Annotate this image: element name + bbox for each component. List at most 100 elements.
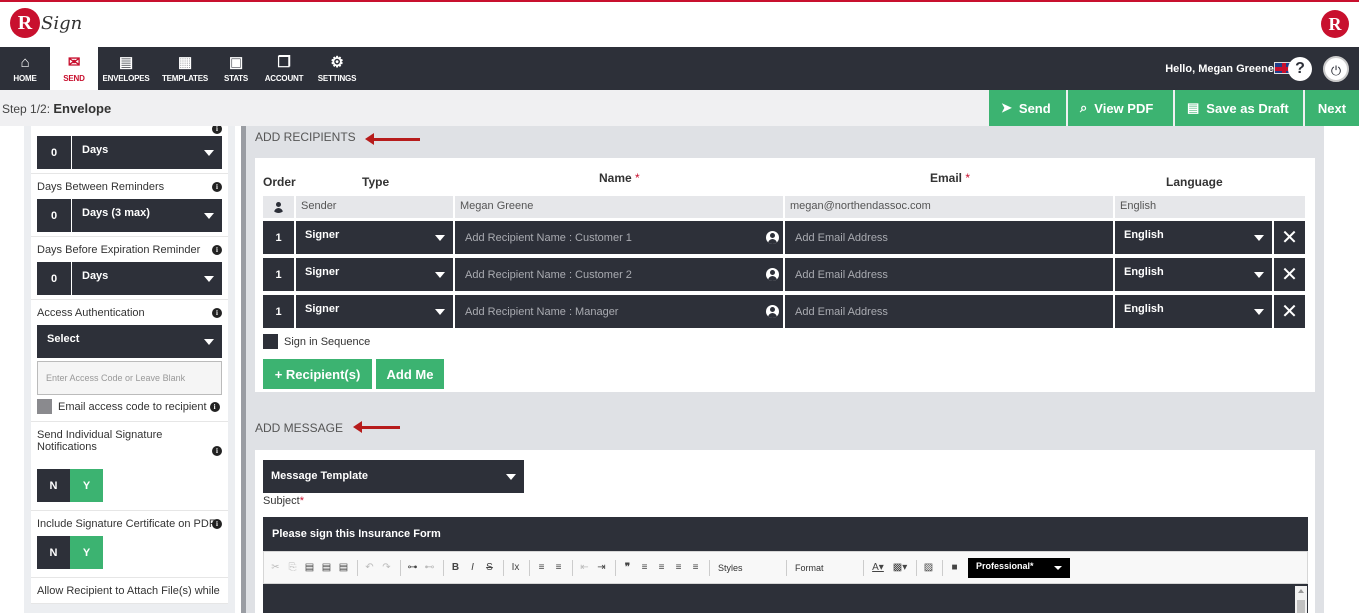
expiration-reminder-number[interactable]: 0	[37, 262, 71, 295]
recipient-type-select[interactable]: Signer	[296, 295, 453, 328]
recipient-order[interactable]: 1	[263, 258, 294, 291]
recipient-language-select[interactable]: English	[1115, 258, 1272, 291]
add-recipient-button[interactable]: + Recipient(s)	[263, 359, 372, 389]
nav-settings[interactable]: ⚙ SETTINGS	[312, 47, 362, 90]
nav-account[interactable]: ❐ ACCOUNT	[256, 47, 312, 90]
rsign-logo[interactable]: R Sign	[10, 8, 82, 38]
nav-templates[interactable]: ▦ TEMPLATES	[154, 47, 216, 90]
access-code-input[interactable]: Enter Access Code or Leave Blank	[37, 361, 222, 395]
message-editor[interactable]	[263, 584, 1308, 613]
bold-icon[interactable]: B	[448, 562, 463, 573]
reminders-number[interactable]: 0	[37, 199, 71, 232]
no-toggle[interactable]: N	[37, 536, 70, 569]
send-button[interactable]: ➤ Send	[989, 90, 1066, 126]
undo-icon[interactable]: ↶	[362, 562, 377, 573]
name-header: Name *	[599, 171, 640, 185]
align-left-icon[interactable]: ≡	[637, 562, 652, 573]
remove-recipient-button[interactable]: ✕	[1274, 295, 1305, 328]
subject-input[interactable]: Please sign this Insurance Form	[263, 517, 1308, 551]
recipient-order[interactable]: 1	[263, 221, 294, 254]
justify-icon[interactable]: ≡	[688, 562, 703, 573]
toolbar-separator	[400, 559, 401, 576]
recipient-order[interactable]: 1	[263, 295, 294, 328]
recipient-name-input[interactable]: Add Recipient Name : Manager	[455, 295, 783, 328]
save-draft-button[interactable]: ▤ Save as Draft	[1175, 90, 1303, 126]
paste-word-icon[interactable]: ▤	[336, 562, 351, 573]
envelope-settings-panel: i 0 Days Days Between Reminders i 0 Days…	[24, 126, 235, 613]
link-icon[interactable]: ⊶	[405, 562, 420, 573]
yes-toggle[interactable]: Y	[70, 536, 103, 569]
paste-text-icon[interactable]: ▤	[319, 562, 334, 573]
document-icon: ▦	[178, 53, 192, 71]
font-select[interactable]: Professional*	[968, 557, 1070, 578]
info-icon[interactable]: i	[212, 182, 222, 192]
recipient-language-select[interactable]: English	[1115, 221, 1272, 254]
align-right-icon[interactable]: ≡	[671, 562, 686, 573]
nav-envelopes[interactable]: ▤ ENVELOPES	[98, 47, 154, 90]
main-content: ADD RECIPIENTS Order Type Name * Email *…	[246, 126, 1324, 613]
nav-send-label: SEND	[63, 73, 85, 83]
recipient-email-input[interactable]: Add Email Address	[785, 295, 1113, 328]
message-template-select[interactable]: Message Template	[263, 460, 524, 493]
remove-recipient-button[interactable]: ✕	[1274, 258, 1305, 291]
recipient-language-select[interactable]: English	[1115, 295, 1272, 328]
align-center-icon[interactable]: ≡	[654, 562, 669, 573]
info-icon[interactable]: i	[209, 401, 220, 412]
paste-icon[interactable]: ▤	[302, 562, 317, 573]
info-icon[interactable]: i	[212, 519, 222, 529]
outdent-icon[interactable]: ⇤	[577, 562, 592, 573]
nav-envelopes-label: ENVELOPES	[102, 73, 150, 83]
indent-icon[interactable]: ⇥	[594, 562, 609, 573]
info-icon[interactable]: i	[212, 245, 222, 255]
bg-color-icon[interactable]: ▩▾	[890, 562, 910, 573]
contact-icon[interactable]	[766, 305, 779, 318]
expiration-days-select[interactable]: Days	[72, 136, 222, 169]
text-color-icon[interactable]: A▾	[868, 562, 888, 573]
type-header: Type	[362, 175, 390, 189]
logout-button[interactable]: ⏻	[1323, 56, 1349, 82]
styles-select[interactable]: Styles	[714, 563, 782, 573]
recipient-email-input[interactable]: Add Email Address	[785, 258, 1113, 291]
editor-scrollbar[interactable]	[1295, 586, 1307, 613]
recipient-type-select[interactable]: Signer	[296, 221, 453, 254]
help-button[interactable]: ?	[1288, 57, 1312, 81]
stamp-icon[interactable]: ■	[947, 562, 962, 573]
remove-recipient-button[interactable]: ✕	[1274, 221, 1305, 254]
info-icon[interactable]: i	[212, 126, 222, 134]
unlink-icon[interactable]: ⊷	[422, 562, 437, 573]
email-access-code-checkbox[interactable]	[37, 399, 52, 414]
italic-icon[interactable]: I	[465, 562, 480, 573]
numbered-list-icon[interactable]: ≡	[534, 562, 549, 573]
view-pdf-button[interactable]: ⌕ View PDF	[1068, 90, 1173, 126]
contact-icon[interactable]	[766, 268, 779, 281]
yes-toggle[interactable]: Y	[70, 469, 103, 502]
expiration-reminder-select[interactable]: Days	[72, 262, 222, 295]
recipient-email-input[interactable]: Add Email Address	[785, 221, 1113, 254]
redo-icon[interactable]: ↷	[379, 562, 394, 573]
expiration-days-number[interactable]: 0	[37, 136, 71, 169]
bulleted-list-icon[interactable]: ≡	[551, 562, 566, 573]
info-icon[interactable]: i	[212, 446, 222, 456]
image-icon[interactable]: ▨	[921, 562, 936, 573]
nav-home[interactable]: ⌂ HOME	[0, 47, 50, 90]
next-button[interactable]: Next	[1305, 90, 1359, 126]
sign-in-sequence-checkbox[interactable]	[263, 334, 278, 349]
nav-stats[interactable]: ▣ STATS	[216, 47, 256, 90]
access-auth-select[interactable]: Select	[37, 325, 222, 358]
blockquote-icon[interactable]: ❞	[620, 562, 635, 573]
format-select[interactable]: Format	[791, 563, 859, 573]
recipient-type-select[interactable]: Signer	[296, 258, 453, 291]
recipient-name-input[interactable]: Add Recipient Name : Customer 1	[455, 221, 783, 254]
recipient-name-input[interactable]: Add Recipient Name : Customer 2	[455, 258, 783, 291]
add-me-button[interactable]: Add Me	[376, 359, 444, 389]
font-value: Professional*	[976, 560, 1034, 571]
nav-send[interactable]: ✉ SEND	[50, 47, 98, 90]
remove-format-icon[interactable]: Ix	[508, 562, 523, 573]
cut-icon[interactable]: ✂	[268, 562, 283, 573]
contact-icon[interactable]	[766, 231, 779, 244]
copy-icon[interactable]: ⎘	[285, 562, 300, 573]
reminders-select[interactable]: Days (3 max)	[72, 199, 222, 232]
strikethrough-icon[interactable]: S	[482, 562, 497, 573]
info-icon[interactable]: i	[212, 308, 222, 318]
no-toggle[interactable]: N	[37, 469, 70, 502]
